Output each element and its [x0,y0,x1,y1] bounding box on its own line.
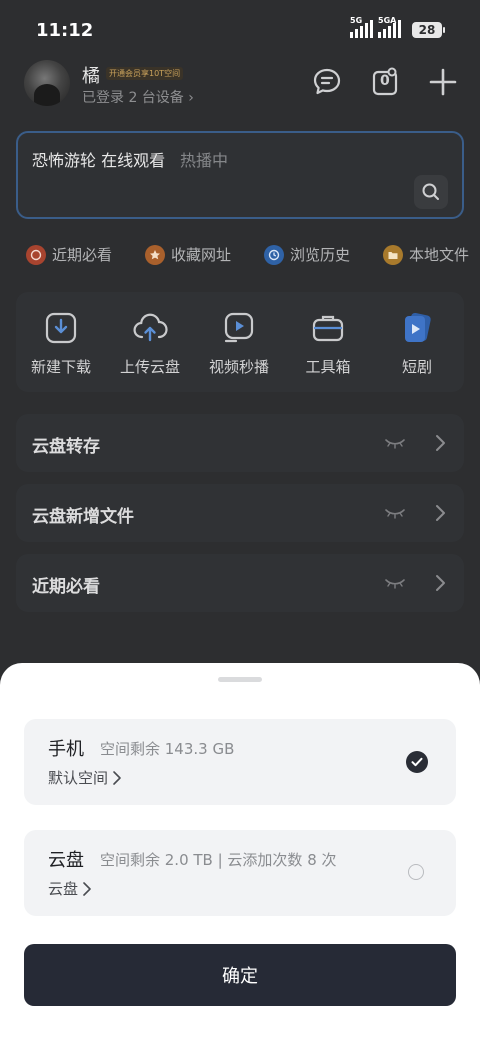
option-checkmark-icon[interactable] [406,751,428,773]
chevron-right-icon [113,770,121,785]
option-title: 云盘 [48,850,84,871]
option-sub-label: 默认空间 [48,769,109,787]
option-info: 空间剩余 143.3 GB [100,740,235,758]
option-sub-link[interactable]: 默认空间 [48,767,122,788]
storage-picker-sheet: 手机 空间剩余 143.3 GB 默认空间 云盘 空间剩余 2.0 TB | 云… [0,663,480,1057]
option-radio-icon[interactable] [408,864,424,880]
chevron-right-icon [83,881,91,896]
sheet-drag-handle[interactable] [218,677,262,682]
option-title: 手机 [48,739,84,760]
option-sub-label: 云盘 [48,880,79,898]
confirm-button[interactable]: 确定 [24,944,456,1006]
option-phone-storage[interactable]: 手机 空间剩余 143.3 GB 默认空间 [24,719,456,805]
option-cloud-storage[interactable]: 云盘 空间剩余 2.0 TB | 云添加次数 8 次 云盘 [24,830,456,916]
option-info: 空间剩余 2.0 TB | 云添加次数 8 次 [100,851,337,869]
option-sub-link[interactable]: 云盘 [48,878,92,899]
